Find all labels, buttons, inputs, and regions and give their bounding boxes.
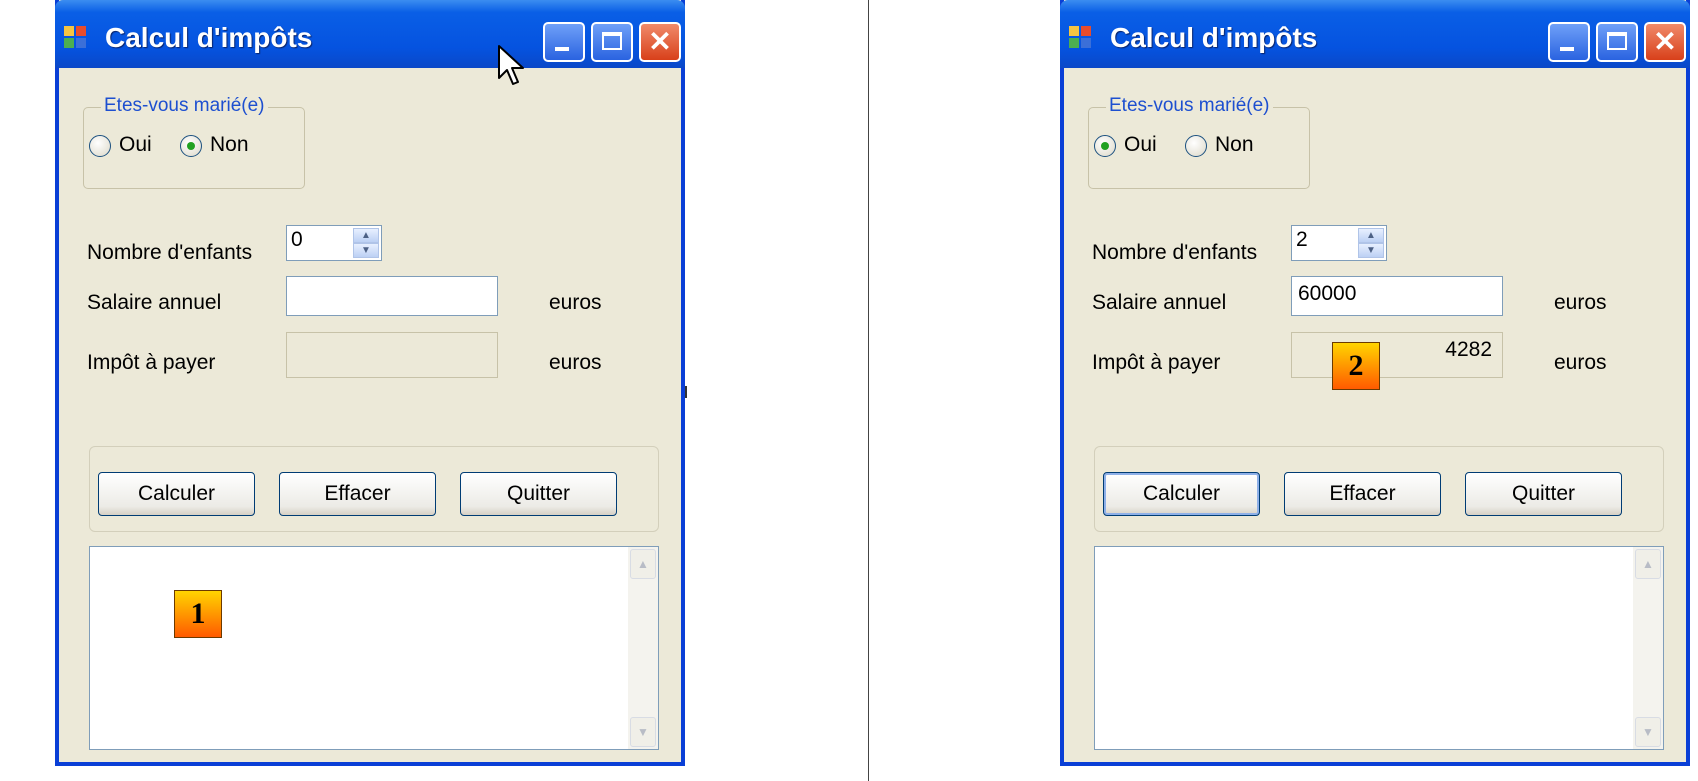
quit-button[interactable]: Quitter: [460, 472, 617, 516]
step-badge-1: 1: [174, 590, 222, 638]
tax-calculator-window-after: Calcul d'impôts ✕ Etes-vous marié(e) Oui…: [1060, 0, 1690, 766]
marital-status-group: Etes-vous marié(e) Oui Non: [83, 95, 305, 189]
children-label: Nombre d'enfants: [1092, 241, 1258, 264]
children-stepper[interactable]: 0 ▲ ▼: [286, 225, 382, 261]
windows-app-icon[interactable]: [1069, 26, 1093, 50]
radio-oui-label: Oui: [1124, 133, 1157, 156]
radio-oui-circle[interactable]: [1094, 135, 1116, 157]
title-bar[interactable]: Calcul d'impôts ✕: [1060, 0, 1690, 68]
children-value[interactable]: 2: [1296, 228, 1308, 252]
radio-oui-label: Oui: [119, 133, 152, 156]
chevron-up-icon[interactable]: ▲: [1358, 228, 1384, 243]
close-icon[interactable]: ✕: [1644, 22, 1686, 62]
chevron-down-icon[interactable]: ▼: [353, 243, 379, 258]
salary-units: euros: [549, 291, 602, 314]
tax-units: euros: [1554, 351, 1607, 374]
chevron-down-icon[interactable]: ▼: [1358, 243, 1384, 258]
buttons-panel: Calculer Effacer Quitter: [1094, 446, 1664, 532]
quit-button[interactable]: Quitter: [1465, 472, 1622, 516]
output-listbox[interactable]: ▲ ▼: [1094, 546, 1664, 750]
radio-non-circle[interactable]: [180, 135, 202, 157]
marital-status-legend: Etes-vous marié(e): [1106, 95, 1273, 117]
window-title: Calcul d'impôts: [1110, 22, 1318, 53]
minimize-icon[interactable]: [543, 22, 585, 62]
window-title: Calcul d'impôts: [105, 22, 313, 53]
children-value[interactable]: 0: [291, 228, 303, 252]
title-bar[interactable]: Calcul d'impôts ✕: [55, 0, 685, 68]
children-label: Nombre d'enfants: [87, 241, 253, 264]
radio-non-label: Non: [1215, 133, 1254, 156]
radio-non-label: Non: [210, 133, 249, 156]
salary-input[interactable]: 60000: [1291, 276, 1503, 316]
calculate-button[interactable]: Calculer: [1103, 472, 1260, 516]
radio-oui-circle[interactable]: [89, 135, 111, 157]
output-listbox[interactable]: ▲ ▼: [89, 546, 659, 750]
marital-status-group: Etes-vous marié(e) Oui Non: [1088, 95, 1310, 189]
scroll-up-icon[interactable]: ▲: [1635, 549, 1661, 579]
chevron-up-icon[interactable]: ▲: [353, 228, 379, 243]
maximize-icon[interactable]: [591, 22, 633, 62]
radio-non-circle[interactable]: [1185, 135, 1207, 157]
output-scrollbar[interactable]: ▲ ▼: [1633, 547, 1663, 749]
scroll-down-icon[interactable]: ▼: [630, 717, 656, 747]
step-badge-2: 2: [1332, 342, 1380, 390]
minimize-icon[interactable]: [1548, 22, 1590, 62]
panel-divider: [868, 0, 869, 781]
scroll-down-icon[interactable]: ▼: [1635, 717, 1661, 747]
output-scrollbar[interactable]: ▲ ▼: [628, 547, 658, 749]
salary-label: Salaire annuel: [87, 291, 222, 314]
tax-calculator-window-before: Calcul d'impôts ✕ Etes-vous marié(e) Oui…: [55, 0, 687, 766]
maximize-icon[interactable]: [1596, 22, 1638, 62]
buttons-panel: Calculer Effacer Quitter: [89, 446, 659, 532]
window-edge-mark: [685, 386, 687, 398]
calculate-button[interactable]: Calculer: [98, 472, 255, 516]
salary-units: euros: [1554, 291, 1607, 314]
tax-label: Impôt à payer: [87, 351, 216, 374]
tax-units: euros: [549, 351, 602, 374]
clear-button[interactable]: Effacer: [1284, 472, 1441, 516]
marital-status-legend: Etes-vous marié(e): [101, 95, 268, 117]
tax-label: Impôt à payer: [1092, 351, 1221, 374]
tax-output: 4282: [1291, 332, 1503, 378]
salary-label: Salaire annuel: [1092, 291, 1227, 314]
windows-app-icon[interactable]: [64, 26, 88, 50]
salary-input[interactable]: [286, 276, 498, 316]
children-stepper[interactable]: 2 ▲ ▼: [1291, 225, 1387, 261]
mouse-pointer-icon: [498, 45, 524, 85]
tax-output: [286, 332, 498, 378]
clear-button[interactable]: Effacer: [279, 472, 436, 516]
scroll-up-icon[interactable]: ▲: [630, 549, 656, 579]
close-icon[interactable]: ✕: [639, 22, 681, 62]
